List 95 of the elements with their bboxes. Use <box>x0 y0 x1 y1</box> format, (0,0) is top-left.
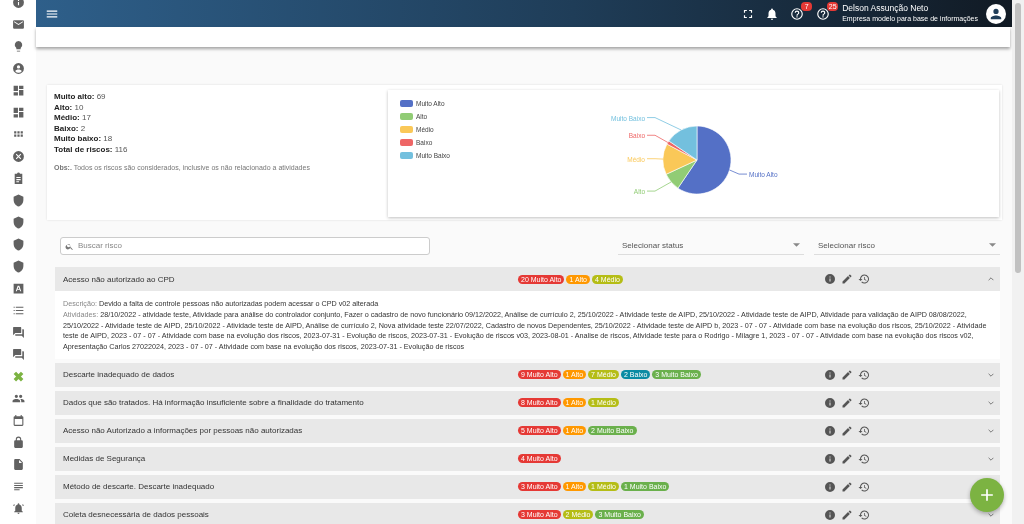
search-field[interactable]: Buscar risco <box>60 236 430 255</box>
pencil-icon <box>841 369 853 381</box>
dashboard-icon <box>11 105 25 119</box>
pencil-icon <box>841 453 853 465</box>
mail-icon <box>11 17 25 31</box>
risk-title: Descarte inadequado de dados <box>63 370 176 380</box>
chat-icon <box>11 347 25 361</box>
bell-icon <box>765 6 780 21</box>
shield-icon <box>11 193 25 207</box>
risk-count: Alto: 10 <box>54 102 85 113</box>
calendar-icon <box>11 413 25 427</box>
info-button[interactable] <box>823 452 837 466</box>
edit-button[interactable] <box>840 508 854 522</box>
risk-count: Médio: 17 <box>54 113 92 124</box>
info-icon <box>824 481 836 493</box>
info-button[interactable] <box>823 368 837 382</box>
leader-line <box>646 181 672 192</box>
history-button[interactable] <box>857 424 871 438</box>
dashboard-icon <box>11 83 25 97</box>
history-button[interactable] <box>857 480 871 494</box>
alarm-bell-icon <box>11 501 25 515</box>
caret-icon <box>793 243 800 247</box>
chevron-icon <box>988 513 994 517</box>
info-icon <box>11 0 25 9</box>
info-icon <box>824 273 836 285</box>
risk-title: Dados que são tratados. Há informação insuficiente sobre a finalidade do tratamento <box>63 398 365 408</box>
history-button[interactable] <box>857 368 871 382</box>
risk-title: Acesso não Autorizado a informações por pessoas não autorizadas <box>63 426 304 436</box>
history-icon <box>858 509 870 521</box>
risk-count: Total de riscos: 116 <box>54 144 129 155</box>
bandage-icon <box>11 369 25 383</box>
shield-icon <box>11 215 25 229</box>
leader-line <box>729 169 748 175</box>
info-button[interactable] <box>823 396 837 410</box>
edit-button[interactable] <box>840 368 854 382</box>
info-icon <box>824 509 836 521</box>
edit-button[interactable] <box>840 452 854 466</box>
risk-title: Coleta desnecessária de dados pessoais <box>63 510 210 520</box>
info-icon <box>824 369 836 381</box>
chat-icon <box>11 325 25 339</box>
chevron-icon <box>988 373 994 377</box>
history-icon <box>858 425 870 437</box>
chevron-icon <box>988 457 994 461</box>
risk-title: Método de descarte. Descarte inadequado <box>63 482 216 492</box>
history-icon <box>858 453 870 465</box>
edit-button[interactable] <box>840 480 854 494</box>
history-icon <box>858 397 870 409</box>
risk-count: Muito baixo: 18 <box>54 134 114 145</box>
chevron-icon <box>988 401 994 405</box>
file-icon <box>11 457 25 471</box>
history-icon <box>858 369 870 381</box>
shield-icon <box>11 259 25 273</box>
letter-a-icon <box>11 281 25 295</box>
risk-count: Muito alto: 69 <box>54 92 107 103</box>
info-button[interactable] <box>823 424 837 438</box>
history-button[interactable] <box>857 396 871 410</box>
pencil-icon <box>841 481 853 493</box>
pencil-icon <box>841 425 853 437</box>
cancel-icon <box>11 149 25 163</box>
info-icon <box>824 453 836 465</box>
history-button[interactable] <box>857 452 871 466</box>
history-button[interactable] <box>857 508 871 522</box>
chevron-icon <box>988 277 994 281</box>
search-icon <box>65 241 74 251</box>
leader-line <box>646 158 664 160</box>
edit-button[interactable] <box>840 272 854 286</box>
leader-line <box>646 117 682 131</box>
info-button[interactable] <box>823 272 837 286</box>
pencil-icon <box>841 509 853 521</box>
shield-icon <box>11 237 25 251</box>
account-icon <box>11 61 25 75</box>
risk-select[interactable]: Selecionar risco <box>814 236 1000 255</box>
status-select[interactable]: Selecionar status <box>618 236 804 255</box>
history-icon <box>858 481 870 493</box>
pencil-icon <box>841 273 853 285</box>
edit-button[interactable] <box>840 424 854 438</box>
risk-count: Baixo: 2 <box>54 123 87 134</box>
info-button[interactable] <box>823 480 837 494</box>
caret-icon <box>989 243 996 247</box>
help-icon <box>790 6 805 21</box>
info-button[interactable] <box>823 508 837 522</box>
info-icon <box>824 425 836 437</box>
history-icon <box>858 273 870 285</box>
risk-title: Medidas de Segurança <box>63 454 147 464</box>
lock-icon <box>11 435 25 449</box>
chevron-icon <box>988 429 994 433</box>
user-name: Delson Assunção Neto <box>842 3 930 14</box>
risk-title: Acesso não autorizado ao CPD <box>63 274 176 284</box>
pencil-icon <box>841 397 853 409</box>
history-button[interactable] <box>857 272 871 286</box>
leader-line <box>646 134 669 143</box>
help-icon <box>816 6 831 21</box>
avatar[interactable] <box>986 3 1006 24</box>
info-icon <box>824 397 836 409</box>
edit-button[interactable] <box>840 396 854 410</box>
